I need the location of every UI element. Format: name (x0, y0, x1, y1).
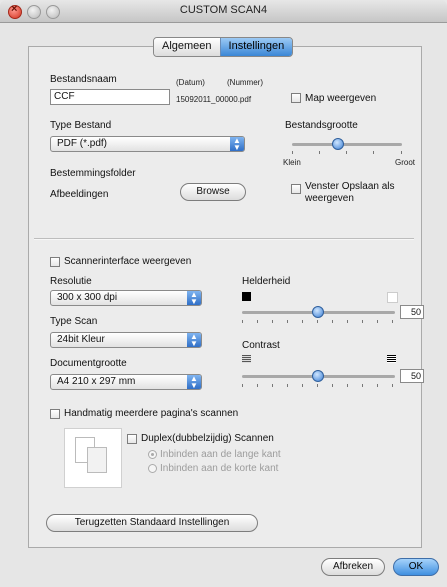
file-size-min-label: Klein (283, 158, 301, 167)
destination-folder: Afbeeldingen (50, 189, 109, 200)
duplex-checkbox[interactable] (127, 434, 137, 444)
contrast-value[interactable]: 50 (400, 369, 424, 383)
file-size-tick (373, 151, 374, 154)
file-type-label: Type Bestand (50, 120, 112, 131)
scanner-interface-checkbox[interactable] (50, 257, 60, 267)
scan-type-value: 24bit Kleur (57, 334, 105, 345)
filename-example: 15092011_00000.pdf (176, 95, 252, 104)
show-save-window-checkbox[interactable] (291, 184, 301, 194)
resolution-label: Resolutie (50, 276, 92, 287)
long-edge-radio[interactable] (148, 450, 157, 459)
tab-instellingen[interactable]: Instellingen (219, 38, 293, 56)
resolution-value: 300 x 300 dpi (57, 292, 118, 303)
number-label: (Nummer) (227, 78, 263, 87)
select-arrows-icon: ▲ ▼ (187, 375, 201, 390)
tab-bar: Algemeen Instellingen (153, 37, 294, 57)
contrast-low-icon (242, 355, 251, 363)
brightness-ticks (242, 320, 395, 323)
document-size-value: A4 210 x 297 mm (57, 376, 136, 387)
brightness-dark-icon (242, 292, 251, 301)
brightness-value[interactable]: 50 (400, 305, 424, 319)
select-arrows-icon: ▲ ▼ (187, 291, 201, 306)
document-size-label: Documentgrootte (50, 358, 127, 369)
file-size-label: Bestandsgrootte (285, 120, 358, 131)
destination-label: Bestemmingsfolder (50, 168, 136, 179)
select-arrows-icon: ▲ ▼ (230, 137, 244, 152)
scanner-interface-label: Scannerinterface weergeven (64, 256, 192, 267)
document-size-select[interactable]: A4 210 x 297 mm ▲ ▼ (50, 374, 202, 390)
brightness-label: Helderheid (242, 276, 291, 287)
duplex-label: Duplex(dubbelzijdig) Scannen (141, 433, 274, 444)
show-folder-label: Map weergeven (305, 93, 377, 104)
show-save-window-label: Venster Opslaan als weergeven (305, 181, 395, 204)
file-type-select[interactable]: PDF (*.pdf) ▲ ▼ (50, 136, 245, 152)
file-size-tick (292, 151, 293, 154)
cancel-button[interactable]: Afbreken (321, 558, 385, 576)
scan-type-select[interactable]: 24bit Kleur ▲ ▼ (50, 332, 202, 348)
contrast-ticks (242, 384, 395, 387)
file-size-slider[interactable] (332, 138, 344, 150)
custom-scan-dialog: CUSTOM SCAN4 Algemeen Instellingen Besta… (0, 0, 447, 587)
filename-input[interactable]: CCF (50, 89, 170, 105)
browse-button[interactable]: Browse (180, 183, 246, 201)
file-size-tick (346, 151, 347, 154)
short-edge-radio[interactable] (148, 464, 157, 473)
multi-page-label: Handmatig meerdere pagina's scannen (64, 408, 239, 419)
file-type-value: PDF (*.pdf) (57, 138, 108, 149)
brightness-slider[interactable] (312, 306, 324, 318)
date-label: (Datum) (176, 78, 205, 87)
reset-defaults-button[interactable]: Terugzetten Standaard Instellingen (46, 514, 258, 532)
section-divider (34, 238, 414, 240)
show-folder-checkbox[interactable] (291, 93, 301, 103)
tab-algemeen[interactable]: Algemeen (154, 38, 220, 56)
multi-page-checkbox[interactable] (50, 409, 60, 419)
long-edge-label: Inbinden aan de lange kant (160, 449, 281, 460)
contrast-label: Contrast (242, 340, 280, 351)
scan-type-label: Type Scan (50, 316, 98, 327)
brightness-light-icon (387, 292, 398, 303)
file-size-track (292, 143, 402, 146)
contrast-slider[interactable] (312, 370, 324, 382)
title-bar: CUSTOM SCAN4 (0, 0, 447, 23)
duplex-illustration-icon (64, 428, 122, 488)
file-size-tick (319, 151, 320, 154)
short-edge-label: Inbinden aan de korte kant (160, 463, 279, 474)
resolution-select[interactable]: 300 x 300 dpi ▲ ▼ (50, 290, 202, 306)
contrast-high-icon (387, 355, 396, 363)
window-title: CUSTOM SCAN4 (179, 4, 268, 16)
select-arrows-icon: ▲ ▼ (187, 333, 201, 348)
ok-button[interactable]: OK (393, 558, 439, 576)
filename-label: Bestandsnaam (50, 74, 117, 85)
file-size-max-label: Groot (395, 158, 416, 167)
file-size-tick (401, 151, 402, 154)
